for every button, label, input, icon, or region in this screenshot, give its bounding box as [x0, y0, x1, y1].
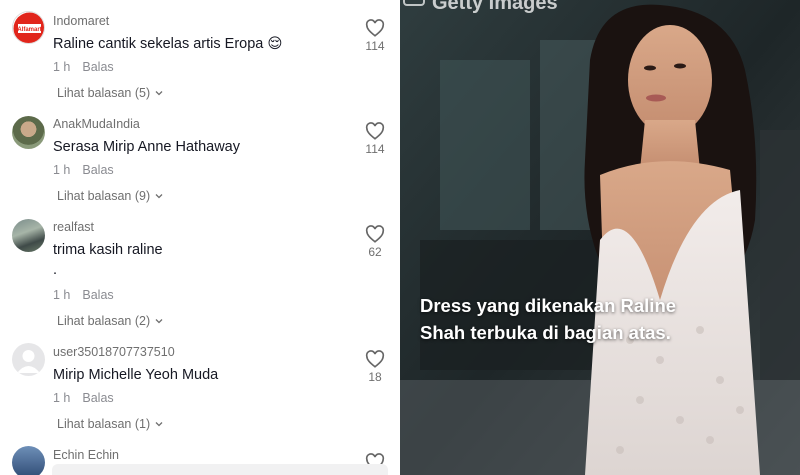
- username[interactable]: Indomaret: [53, 14, 109, 28]
- reply-button[interactable]: Balas: [82, 288, 113, 302]
- timestamp: 1 h: [53, 163, 71, 177]
- comment-input-bar[interactable]: [52, 464, 388, 475]
- caption-line: Dress yang dikenakan Raline: [420, 295, 677, 316]
- view-replies-label: Lihat balasan (5): [57, 86, 151, 100]
- watermark: Getty Images: [432, 0, 558, 14]
- view-replies-label: Lihat balasan (1): [57, 417, 151, 431]
- reply-button[interactable]: Balas: [82, 60, 113, 74]
- comment-meta: 1 h Balas: [53, 163, 114, 177]
- video-caption: Dress yang dikenakan Raline Shah terbuka…: [420, 292, 676, 346]
- like-button[interactable]: 18: [360, 350, 390, 384]
- svg-text:Alfamart: Alfamart: [17, 27, 41, 33]
- avatar[interactable]: [12, 219, 45, 252]
- reply-button[interactable]: Balas: [82, 391, 113, 405]
- timestamp: 1 h: [53, 391, 71, 405]
- avatar[interactable]: Alfamart: [12, 11, 45, 44]
- comment-panel: Alfamart Indomaret Raline cantik sekelas…: [0, 0, 400, 475]
- chevron-down-icon: [155, 422, 163, 427]
- chevron-down-icon: [155, 194, 163, 199]
- like-count: 62: [368, 245, 382, 259]
- woman-photo-image: [400, 0, 800, 475]
- like-count: 18: [368, 370, 382, 384]
- like-count: 114: [365, 142, 385, 156]
- view-replies-button[interactable]: Lihat balasan (5): [57, 86, 164, 100]
- timestamp: 1 h: [53, 288, 71, 302]
- heart-outline-icon: [365, 19, 385, 37]
- avatar[interactable]: [12, 343, 45, 376]
- like-button[interactable]: 114: [360, 19, 390, 53]
- reply-button[interactable]: Balas: [82, 163, 113, 177]
- view-replies-button[interactable]: Lihat balasan (1): [57, 417, 164, 431]
- camera-icon: [403, 0, 425, 6]
- comment-text-line2: .: [53, 262, 58, 278]
- like-count: 114: [365, 39, 385, 53]
- caption-line: Shah terbuka di bagian atas.: [420, 322, 671, 343]
- heart-outline-icon: [365, 122, 385, 140]
- view-replies-button[interactable]: Lihat balasan (2): [57, 314, 164, 328]
- heart-outline-icon: [365, 350, 385, 368]
- avatar[interactable]: [12, 446, 45, 475]
- view-replies-button[interactable]: Lihat balasan (9): [57, 189, 164, 203]
- comment-text: Mirip Michelle Yeoh Muda: [53, 367, 219, 383]
- comment-text: trima kasih raline: [53, 242, 163, 258]
- comment-meta: 1 h Balas: [53, 60, 114, 74]
- view-replies-label: Lihat balasan (9): [57, 189, 151, 203]
- username[interactable]: AnakMudaIndia: [53, 117, 140, 131]
- indomaret-logo-icon: Alfamart: [13, 12, 44, 43]
- username[interactable]: Echin Echin: [53, 448, 119, 462]
- like-button[interactable]: 62: [360, 225, 390, 259]
- view-replies-label: Lihat balasan (2): [57, 314, 151, 328]
- chevron-down-icon: [155, 319, 163, 324]
- comment-text: Serasa Mirip Anne Hathaway: [53, 139, 240, 155]
- username[interactable]: user35018707737510: [53, 345, 175, 359]
- comment-meta: 1 h Balas: [53, 288, 114, 302]
- chevron-down-icon: [155, 91, 163, 96]
- video-frame: [400, 0, 800, 475]
- avatar[interactable]: [12, 116, 45, 149]
- like-button[interactable]: 114: [360, 122, 390, 156]
- timestamp: 1 h: [53, 60, 71, 74]
- username[interactable]: realfast: [53, 220, 94, 234]
- comment-meta: 1 h Balas: [53, 391, 114, 405]
- default-avatar-icon: [17, 350, 40, 373]
- comment-text: Raline cantik sekelas artis Eropa 😌: [53, 36, 283, 52]
- heart-outline-icon: [365, 225, 385, 243]
